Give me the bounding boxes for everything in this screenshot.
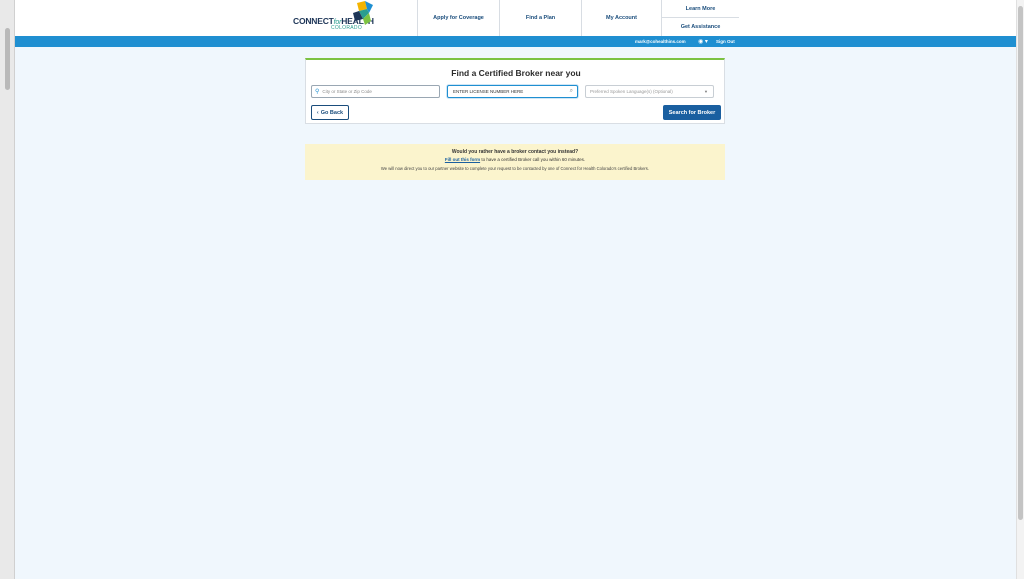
user-bar [15,36,1016,47]
right-scrollbar-thumb[interactable] [1018,6,1023,520]
location-pin-icon: ⚲ [315,89,320,95]
language-select[interactable]: Preferred Spoken Language(s) (Optional) … [585,85,714,98]
broker-search-card: Find a Certified Broker near you ⚲ City … [305,58,725,124]
search-title: Find a Certified Broker near you [451,68,581,78]
notice-line1-text: to have a certified Broker call you with… [480,157,586,162]
user-email[interactable]: mark@cohealthins.com [635,39,686,44]
broker-contact-notice: Would you rather have a broker contact y… [305,144,725,180]
nav-stack: Learn More Get Assistance [662,0,739,36]
globe-icon[interactable]: ◉ ▾ [698,38,712,46]
chevron-down-icon: ▼ [704,89,708,94]
nav-my-account[interactable]: My Account [581,0,662,36]
nav-get-assistance[interactable]: Get Assistance [662,18,739,36]
page: CONNECTforHEALTH COLORADO Apply for Cove… [15,0,1016,579]
colorado-mark-icon [353,1,373,25]
notice-line1: Fill out this form to have a certified B… [305,157,725,162]
city-placeholder: City or State or Zip Code [322,89,372,94]
site-header: CONNECTforHEALTH COLORADO Apply for Cove… [15,0,1016,36]
left-scrollbar-thumb[interactable] [5,28,10,90]
license-value: ENTER LICENSE NUMBER HERE [453,89,524,94]
window-left-gutter [0,0,15,579]
language-placeholder: Preferred Spoken Language(s) (Optional) [590,89,673,94]
city-state-zip-input[interactable]: ⚲ City or State or Zip Code [311,85,440,98]
go-back-button[interactable]: ‹ Go Back [311,105,349,120]
fill-out-form-link[interactable]: Fill out this form [445,157,480,162]
chevron-left-icon: ‹ [316,109,319,116]
search-for-broker-button[interactable]: Search for Broker [663,105,721,120]
sign-out-link[interactable]: Sign Out [716,39,735,44]
search-icon: ⌕ [569,88,573,94]
notice-title: Would you rather have a broker contact y… [451,149,579,155]
right-scrollbar[interactable] [1016,0,1024,579]
nav-find-a-plan[interactable]: Find a Plan [499,0,581,36]
license-number-input[interactable]: ENTER LICENSE NUMBER HERE ⌕ [447,85,578,98]
go-back-label: Go Back [320,109,344,116]
nav-apply-for-coverage[interactable]: Apply for Coverage [417,0,499,36]
connect-for-health-logo[interactable]: CONNECTforHEALTH COLORADO [293,1,385,32]
notice-line2: We will now direct you to our partner we… [380,166,650,171]
nav-learn-more[interactable]: Learn More [662,0,739,18]
